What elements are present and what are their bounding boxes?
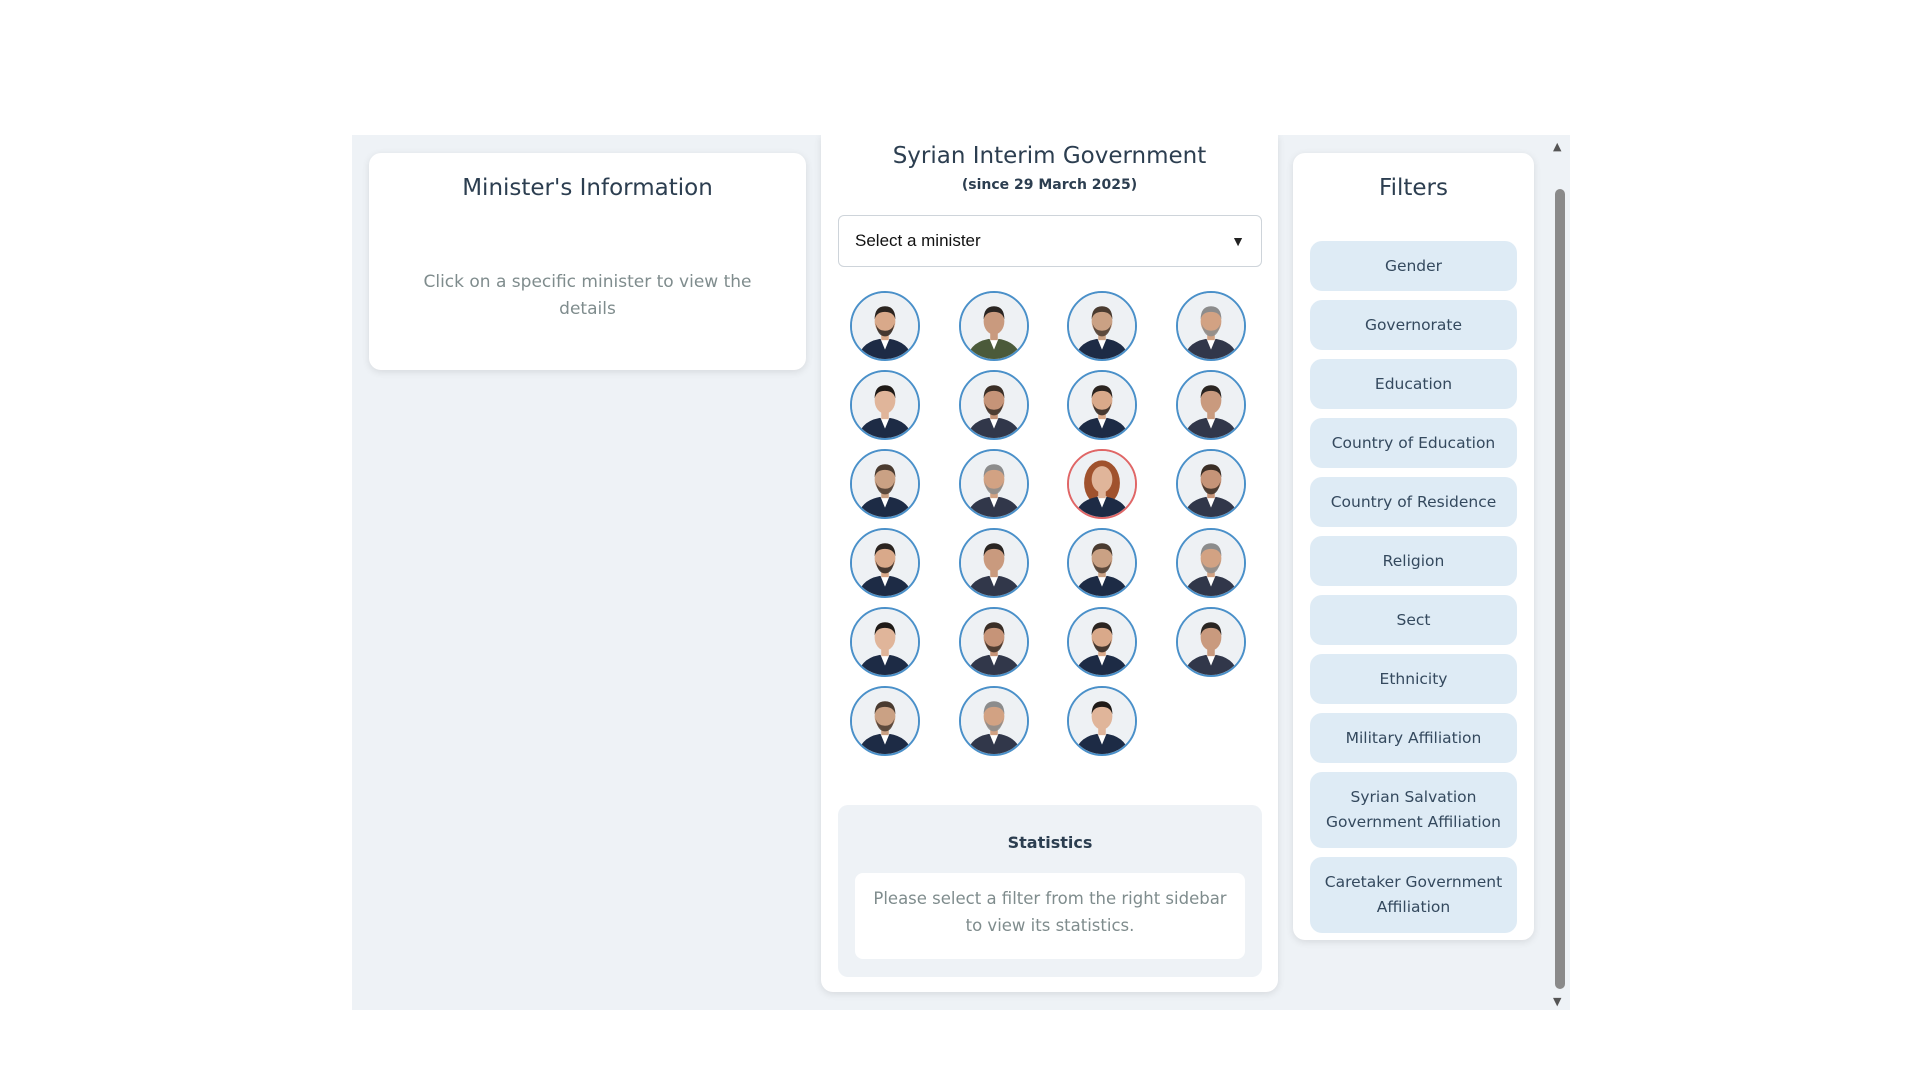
portrait-icon (960, 372, 1027, 438)
minister-avatar[interactable] (1067, 686, 1137, 756)
portrait-icon (1177, 293, 1244, 359)
minister-avatar[interactable] (1067, 528, 1137, 598)
portrait-icon (1177, 609, 1244, 675)
statistics-box: Statistics Please select a filter from t… (838, 805, 1262, 977)
minister-avatar[interactable] (1175, 528, 1246, 598)
filter-religion-button[interactable]: Religion (1310, 536, 1517, 586)
portrait-icon (852, 293, 918, 359)
minister-avatar[interactable] (1175, 449, 1246, 519)
filter-governorate-button[interactable]: Governorate (1310, 300, 1517, 350)
portrait-icon (1069, 372, 1135, 438)
filter-sect-button[interactable]: Sect (1310, 595, 1517, 645)
filters-card: Filters Gender Governorate Education Cou… (1293, 153, 1534, 940)
portrait-icon (960, 293, 1027, 359)
minister-avatar[interactable] (1067, 291, 1137, 361)
minister-avatar[interactable] (958, 291, 1029, 361)
portrait-icon (960, 451, 1027, 517)
portrait-icon (1069, 609, 1135, 675)
filter-country-of-education-button[interactable]: Country of Education (1310, 418, 1517, 468)
minister-avatar[interactable] (1067, 607, 1137, 677)
minister-avatar[interactable] (850, 607, 920, 677)
portrait-icon (960, 530, 1027, 596)
app-frame: Minister's Information Click on a specif… (352, 135, 1570, 1010)
filter-caretaker-affiliation-button[interactable]: Caretaker Government Affiliation (1310, 857, 1517, 933)
portrait-icon (1177, 451, 1244, 517)
government-card: Syrian Interim Government (since 29 Marc… (821, 135, 1278, 992)
portrait-icon (1177, 372, 1244, 438)
portrait-icon (1069, 293, 1135, 359)
scrollbar[interactable]: ▲ ▼ (1548, 135, 1570, 1010)
filter-education-button[interactable]: Education (1310, 359, 1517, 409)
portrait-icon (852, 609, 918, 675)
minister-avatar[interactable] (1067, 449, 1137, 519)
minister-avatar[interactable] (958, 528, 1029, 598)
filter-list: Gender Governorate Education Country of … (1310, 241, 1517, 942)
minister-info-card: Minister's Information Click on a specif… (369, 153, 806, 370)
minister-avatar[interactable] (958, 449, 1029, 519)
minister-avatar[interactable] (958, 607, 1029, 677)
minister-avatar[interactable] (958, 686, 1029, 756)
portrait-icon (852, 688, 918, 754)
portrait-icon (852, 530, 918, 596)
scroll-up-arrow-icon[interactable]: ▲ (1553, 140, 1561, 153)
filters-title: Filters (1379, 175, 1448, 201)
minister-avatar[interactable] (1175, 370, 1246, 440)
minister-avatar[interactable] (1067, 370, 1137, 440)
filter-country-of-residence-button[interactable]: Country of Residence (1310, 477, 1517, 527)
portrait-icon (852, 451, 918, 517)
portrait-icon (1069, 688, 1135, 754)
minister-info-hint: Click on a specific minister to view the… (423, 272, 752, 319)
filter-ssg-affiliation-button[interactable]: Syrian Salvation Government Affiliation (1310, 772, 1517, 848)
scroll-down-arrow-icon[interactable]: ▼ (1553, 995, 1561, 1008)
minister-avatar[interactable] (1175, 291, 1246, 361)
minister-avatar[interactable] (850, 370, 920, 440)
statistics-title: Statistics (1007, 833, 1093, 852)
filter-ethnicity-button[interactable]: Ethnicity (1310, 654, 1517, 704)
minister-info-title: Minister's Information (462, 175, 713, 201)
filter-military-affiliation-button[interactable]: Military Affiliation (1310, 713, 1517, 763)
minister-avatar[interactable] (850, 528, 920, 598)
portrait-icon (1069, 530, 1135, 596)
minister-avatar[interactable] (1175, 607, 1246, 677)
portrait-icon (852, 372, 918, 438)
scroll-thumb[interactable] (1555, 189, 1565, 989)
minister-avatar[interactable] (850, 686, 920, 756)
portrait-icon (960, 609, 1027, 675)
minister-avatar[interactable] (958, 370, 1029, 440)
minister-avatar[interactable] (850, 291, 920, 361)
portrait-icon (960, 688, 1027, 754)
minister-avatar[interactable] (850, 449, 920, 519)
filter-gender-button[interactable]: Gender (1310, 241, 1517, 291)
statistics-message: Please select a filter from the right si… (855, 873, 1245, 959)
portrait-icon (1177, 530, 1244, 596)
portrait-icon (1069, 451, 1135, 517)
